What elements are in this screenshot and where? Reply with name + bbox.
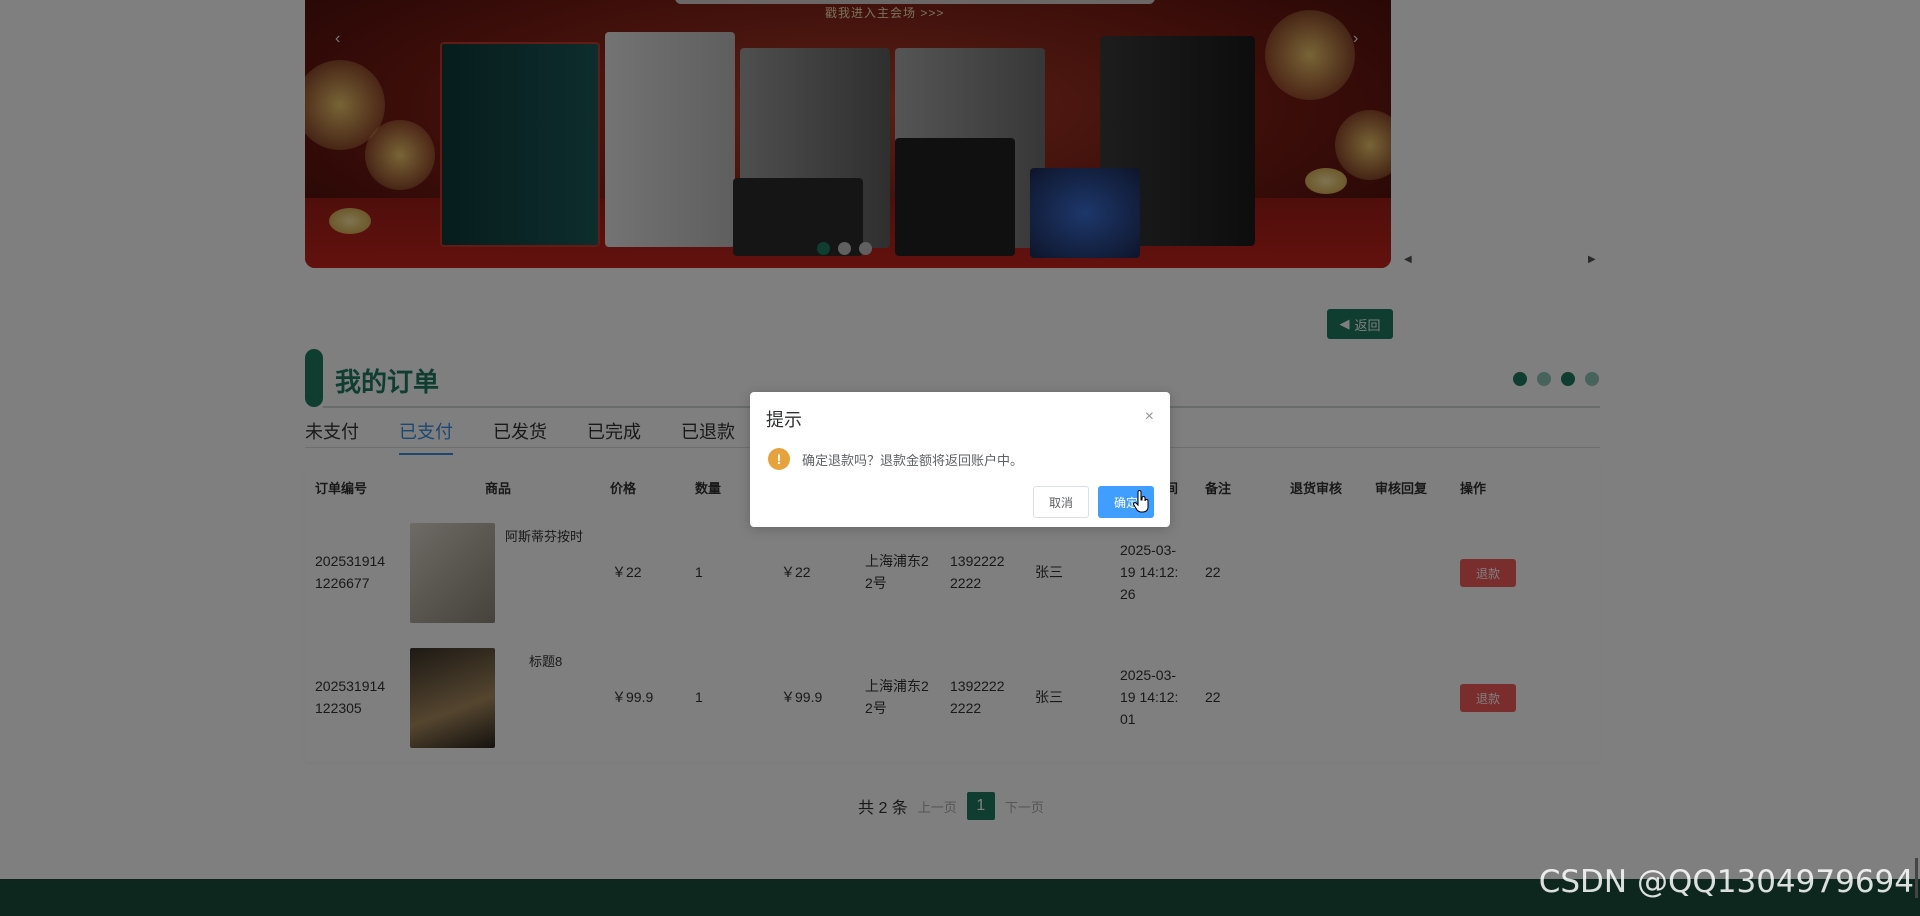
confirm-dialog: 提示 × ! 确定退款吗？退款金额将返回账户中。 取消 确定	[750, 392, 1170, 527]
hand-cursor-icon	[1133, 490, 1149, 513]
warning-icon: !	[768, 448, 790, 470]
dialog-message: 确定退款吗？退款金额将返回账户中。	[802, 453, 1024, 468]
close-icon[interactable]: ×	[1145, 408, 1154, 426]
watermark-text: CSDN @QQ1304979694	[1538, 864, 1914, 900]
cancel-button[interactable]: 取消	[1033, 486, 1089, 518]
scrollbar-thumb[interactable]	[1915, 858, 1918, 898]
dialog-title: 提示	[766, 410, 802, 430]
